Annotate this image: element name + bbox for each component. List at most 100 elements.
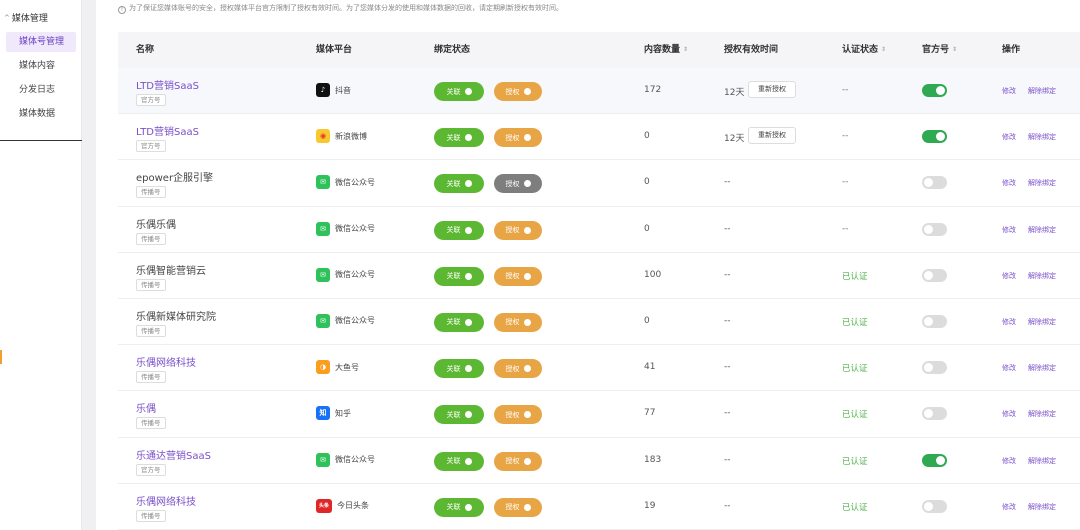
unbind-link[interactable]: 解除绑定 bbox=[1028, 363, 1056, 373]
col-platform: 媒体平台 bbox=[316, 45, 353, 55]
toggle-knob bbox=[924, 316, 933, 326]
official-toggle[interactable] bbox=[922, 407, 947, 421]
link-status-button[interactable]: 关联 bbox=[434, 82, 484, 101]
table-row: 乐偶网络科技 传播号 ◑ 大鱼号 关联 授权 41 -- 已认证 修改 解除绑定 bbox=[118, 345, 1080, 392]
official-toggle[interactable] bbox=[922, 268, 947, 282]
auth-status-button[interactable]: 授权 bbox=[494, 266, 542, 286]
sort-icon[interactable]: ⇕ bbox=[683, 32, 688, 68]
auth-status-button[interactable]: 授权 bbox=[494, 220, 542, 240]
account-name[interactable]: 乐偶网络科技 bbox=[136, 493, 196, 508]
account-name[interactable]: LTD营销SaaS bbox=[136, 123, 199, 138]
cert-status: 已认证 bbox=[842, 502, 868, 513]
unbind-link[interactable]: 解除绑定 bbox=[1028, 178, 1056, 188]
sidebar-group-media[interactable]: ^ 媒体管理 bbox=[4, 11, 48, 25]
link-status-button[interactable]: 关联 bbox=[434, 497, 484, 517]
platform-name: 微信公众号 bbox=[335, 177, 375, 187]
edit-link[interactable]: 修改 bbox=[1002, 409, 1016, 419]
table-row: 乐偶 传播号 知知乎 关联 授权 77 -- 已认证 修改 解除绑定 bbox=[118, 391, 1080, 438]
link-status-button[interactable]: 关联 bbox=[434, 128, 484, 148]
toutiao-icon: 头条 bbox=[316, 498, 332, 513]
link-status-button[interactable]: 关联 bbox=[434, 312, 484, 332]
unbind-link[interactable]: 解除绑定 bbox=[1028, 225, 1056, 235]
link-status-button[interactable]: 关联 bbox=[434, 405, 484, 425]
reauthorize-button[interactable]: 重新授权 bbox=[748, 127, 796, 145]
col-content-count[interactable]: 内容数量 ⇕ bbox=[644, 32, 688, 68]
sidebar-item-media-content[interactable]: 媒体内容 bbox=[6, 56, 76, 76]
col-content-count-label: 内容数量 bbox=[644, 45, 681, 55]
unbind-link[interactable]: 解除绑定 bbox=[1028, 132, 1056, 142]
sidebar-item-dist-log[interactable]: 分发日志 bbox=[6, 80, 76, 100]
account-name[interactable]: 乐偶 bbox=[136, 400, 156, 415]
auth-status-button[interactable]: 授权 bbox=[494, 174, 542, 194]
auth-status-button[interactable]: 授权 bbox=[494, 405, 542, 425]
table-row: LTD营销SaaS 官方号 ♪ 抖音 关联 授权 172 12天 重新授权 -- 修改 解除绑定 bbox=[118, 68, 1080, 115]
table-row: 乐通达营销SaaS 官方号 ✉ 微信公众号 关联 授权 183 -- 已认证 修改 解除绑定 bbox=[118, 438, 1080, 484]
unbind-link[interactable]: 解除绑定 bbox=[1028, 409, 1056, 419]
auth-status-button[interactable]: 授权 bbox=[494, 497, 542, 517]
official-toggle[interactable] bbox=[922, 314, 947, 328]
col-official[interactable]: 官方号 ⇕ bbox=[922, 32, 957, 68]
unbind-link[interactable]: 解除绑定 bbox=[1028, 317, 1056, 327]
reauthorize-button[interactable]: 重新授权 bbox=[748, 81, 796, 98]
link-status-button[interactable]: 关联 bbox=[434, 451, 484, 471]
link-status-button[interactable]: 关联 bbox=[434, 174, 484, 194]
sidebar-item-media-data[interactable]: 媒体数据 bbox=[6, 104, 76, 124]
official-toggle[interactable] bbox=[922, 361, 947, 375]
unbind-link[interactable]: 解除绑定 bbox=[1028, 271, 1056, 281]
account-name[interactable]: LTD营销SaaS bbox=[136, 77, 199, 92]
content-count: 0 bbox=[644, 177, 650, 188]
edit-link[interactable]: 修改 bbox=[1002, 317, 1016, 327]
toggle-knob bbox=[936, 86, 945, 95]
official-toggle[interactable] bbox=[922, 453, 947, 467]
auth-status-button[interactable]: 授权 bbox=[494, 128, 542, 148]
official-toggle[interactable] bbox=[922, 222, 947, 236]
toggle-knob bbox=[924, 178, 933, 188]
official-toggle[interactable] bbox=[922, 499, 947, 513]
edit-link[interactable]: 修改 bbox=[1002, 271, 1016, 281]
official-toggle[interactable] bbox=[922, 84, 947, 97]
content-count: 41 bbox=[644, 362, 656, 373]
auth-status-button[interactable]: 授权 bbox=[494, 82, 542, 101]
edit-link[interactable]: 修改 bbox=[1002, 456, 1016, 466]
col-cert-status[interactable]: 认证状态 ⇕ bbox=[842, 32, 886, 68]
unbind-link[interactable]: 解除绑定 bbox=[1028, 86, 1056, 96]
table-row: epower企服引擎 传播号 ✉ 微信公众号 关联 授权 0 -- -- 修改 解除绑定 bbox=[118, 160, 1080, 207]
status-dot-icon bbox=[464, 503, 472, 511]
official-toggle[interactable] bbox=[922, 130, 947, 144]
official-toggle[interactable] bbox=[922, 176, 947, 190]
auth-status-button[interactable]: 授权 bbox=[494, 451, 542, 471]
status-dot-icon bbox=[523, 503, 531, 511]
edit-link[interactable]: 修改 bbox=[1002, 132, 1016, 142]
auth-status-button[interactable]: 授权 bbox=[494, 312, 542, 332]
auth-valid-time: -- bbox=[724, 408, 731, 419]
unbind-link[interactable]: 解除绑定 bbox=[1028, 502, 1056, 512]
status-dot-icon bbox=[464, 272, 472, 280]
link-status-button[interactable]: 关联 bbox=[434, 220, 484, 240]
sidebar-item-account-manage[interactable]: 媒体号管理 bbox=[6, 32, 76, 52]
link-label: 关联 bbox=[446, 87, 461, 96]
col-official-label: 官方号 bbox=[922, 45, 950, 55]
unbind-link[interactable]: 解除绑定 bbox=[1028, 456, 1056, 466]
edit-link[interactable]: 修改 bbox=[1002, 502, 1016, 512]
edit-link[interactable]: 修改 bbox=[1002, 363, 1016, 373]
account-name[interactable]: 乐通达营销SaaS bbox=[136, 447, 211, 462]
account-name[interactable]: 乐偶网络科技 bbox=[136, 354, 196, 369]
status-dot-icon bbox=[523, 134, 531, 142]
edit-link[interactable]: 修改 bbox=[1002, 225, 1016, 235]
auth-label: 授权 bbox=[505, 364, 520, 373]
edit-link[interactable]: 修改 bbox=[1002, 86, 1016, 96]
account-name: 乐偶智能营销云 bbox=[136, 265, 206, 277]
status-dot-icon bbox=[464, 457, 472, 465]
link-label: 关联 bbox=[446, 364, 461, 373]
edit-link[interactable]: 修改 bbox=[1002, 178, 1016, 188]
auth-status-button[interactable]: 授权 bbox=[494, 359, 542, 379]
cert-status: -- bbox=[842, 223, 849, 234]
link-status-button[interactable]: 关联 bbox=[434, 359, 484, 379]
link-label: 关联 bbox=[446, 272, 461, 281]
toggle-knob bbox=[924, 363, 933, 373]
sort-icon[interactable]: ⇕ bbox=[952, 32, 957, 68]
status-dot-icon bbox=[464, 411, 472, 419]
toggle-knob bbox=[936, 455, 945, 465]
sort-icon[interactable]: ⇕ bbox=[881, 32, 886, 68]
link-status-button[interactable]: 关联 bbox=[434, 266, 484, 286]
